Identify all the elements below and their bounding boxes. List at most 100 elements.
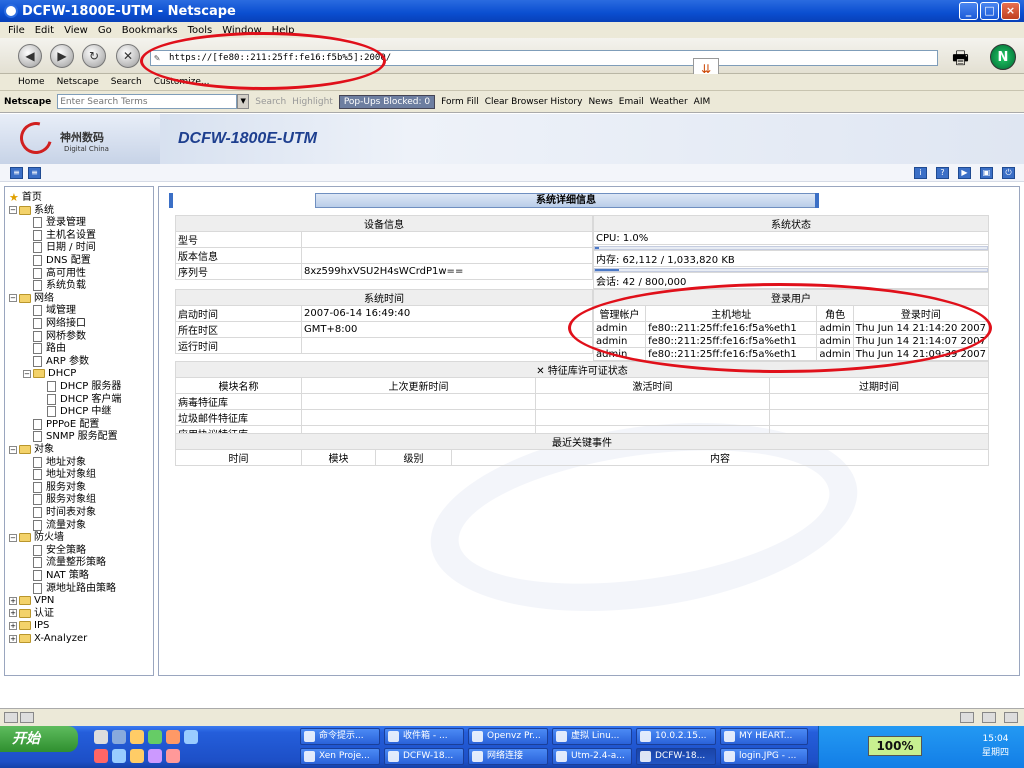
menu-view[interactable]: View (64, 25, 88, 36)
tree-item[interactable]: 路由 (33, 342, 66, 355)
tree-item[interactable]: + IPS (9, 619, 49, 632)
quicklaunch-icon[interactable] (148, 730, 162, 744)
quicklaunch-icon[interactable] (148, 749, 162, 763)
info-icon[interactable]: i (914, 167, 927, 179)
quicklaunch-icon[interactable] (166, 749, 180, 763)
netscape-link[interactable]: Netscape (57, 77, 99, 87)
tree-item[interactable]: DHCP 客户端 (47, 393, 121, 406)
expand-icon[interactable]: + (9, 609, 17, 618)
collapse-icon[interactable]: − (9, 445, 17, 454)
tree-item[interactable]: 时间表对象 (33, 506, 96, 519)
tree-item[interactable]: − 对象 (9, 443, 54, 456)
tree-item[interactable]: + X-Analyzer (9, 632, 87, 645)
tree-item[interactable]: NAT 策略 (33, 569, 89, 582)
menu-bookmarks[interactable]: Bookmarks (122, 25, 178, 36)
search-input[interactable] (57, 94, 238, 109)
tree-item[interactable]: 地址对象组 (33, 468, 96, 481)
forward-icon[interactable]: ▶ (50, 44, 74, 68)
tree-item[interactable]: 地址对象 (33, 456, 86, 469)
task-button[interactable]: Utm-2.4-a... (552, 748, 632, 765)
tree-item[interactable]: − 防火墙 (9, 531, 64, 544)
collapse-icon[interactable]: − (9, 206, 17, 215)
tree-item[interactable]: 主机名设置 (33, 229, 96, 242)
tree-item[interactable]: 安全策略 (33, 544, 86, 557)
next-icon[interactable]: ▶ (958, 167, 971, 179)
start-button[interactable]: 开始 (0, 726, 78, 752)
tree-item[interactable]: ARP 参数 (33, 355, 89, 368)
tree-item[interactable]: DHCP 服务器 (47, 380, 121, 393)
popups-blocked-button[interactable]: Pop-Ups Blocked: 0 (338, 94, 436, 109)
quicklaunch-icon[interactable] (184, 730, 198, 744)
task-button[interactable]: login.JPG - ... (720, 748, 808, 765)
task-button[interactable]: 命令提示... (300, 728, 380, 745)
minimize-button[interactable]: _ (959, 2, 978, 20)
quicklaunch-icon[interactable] (166, 730, 180, 744)
home-link[interactable]: Home (18, 77, 45, 87)
quicklaunch-icon[interactable] (130, 730, 144, 744)
collapse-icon[interactable]: − (9, 533, 17, 542)
weather-link[interactable]: Weather (650, 97, 688, 107)
form-fill-button[interactable]: Form Fill (441, 97, 479, 107)
help-icon[interactable]: ? (936, 167, 949, 179)
tree-item[interactable]: 流量对象 (33, 519, 86, 532)
email-link[interactable]: Email (619, 97, 644, 107)
reload-icon[interactable]: ↻ (82, 44, 106, 68)
quicklaunch-icon[interactable] (94, 730, 108, 744)
expand-tree-icon[interactable]: ≡ (10, 167, 23, 179)
power-icon[interactable]: ⏻ (1002, 167, 1015, 179)
tree-item[interactable]: DNS 配置 (33, 254, 91, 267)
aim-link[interactable]: AIM (694, 97, 711, 107)
maximize-button[interactable]: □ (980, 2, 999, 20)
tree-item[interactable]: 登录管理 (33, 216, 86, 229)
tree-item[interactable]: 高可用性 (33, 267, 86, 280)
menu-tools[interactable]: Tools (188, 25, 213, 36)
zoom-level[interactable]: 100% (868, 736, 922, 756)
tree-item[interactable]: SNMP 服务配置 (33, 430, 118, 443)
task-button[interactable]: 虚拟 Linu... (552, 728, 632, 745)
collapse-icon[interactable]: − (23, 369, 31, 378)
quicklaunch-icon[interactable] (94, 749, 108, 763)
tree-item[interactable]: 流量整形策略 (33, 556, 106, 569)
collapse-icon[interactable]: − (9, 294, 17, 303)
menu-go[interactable]: Go (98, 25, 112, 36)
menu-file[interactable]: File (8, 25, 25, 36)
task-button[interactable]: 收件箱 - ... (384, 728, 464, 745)
tree-item[interactable]: − 系统 (9, 204, 54, 217)
tree-item[interactable]: PPPoE 配置 (33, 418, 99, 431)
news-link[interactable]: News (588, 97, 612, 107)
tree-item[interactable]: ★ 首页 (9, 191, 42, 204)
expand-icon[interactable]: + (9, 596, 17, 605)
tree-item[interactable]: − 网络 (9, 292, 54, 305)
search-link[interactable]: Search (111, 77, 142, 87)
tree-item[interactable]: 系统负载 (33, 279, 86, 292)
tree-item[interactable]: + VPN (9, 594, 54, 607)
task-button[interactable]: Xen Proje... (300, 748, 380, 765)
tree-item[interactable]: 域管理 (33, 304, 76, 317)
stop-icon[interactable]: ✕ (116, 44, 140, 68)
netscape-brand[interactable]: Netscape (4, 97, 51, 107)
expand-icon[interactable]: + (9, 621, 17, 630)
tree-item[interactable]: 日期 / 时间 (33, 241, 96, 254)
menu-edit[interactable]: Edit (35, 25, 54, 36)
task-button[interactable]: MY HEART... (720, 728, 808, 745)
save-icon[interactable]: ▣ (980, 167, 993, 179)
collapse-tree-icon[interactable]: ≡ (28, 167, 41, 179)
quicklaunch-icon[interactable] (112, 749, 126, 763)
highlight-button[interactable]: Highlight (292, 97, 333, 107)
tray-clock[interactable]: 15:04 星期四 (982, 732, 1009, 760)
expand-icon[interactable]: + (9, 634, 17, 643)
task-button[interactable]: Openvz Pr... (468, 728, 548, 745)
task-button-active[interactable]: DCFW-18... (636, 748, 716, 765)
close-button[interactable]: × (1001, 2, 1020, 20)
print-icon[interactable]: 🖶 (952, 46, 969, 76)
tree-item[interactable]: DHCP 中继 (47, 405, 111, 418)
tree-item[interactable]: 网桥参数 (33, 330, 86, 343)
tree-item[interactable]: 网络接口 (33, 317, 86, 330)
task-button[interactable]: 10.0.2.15... (636, 728, 716, 745)
netscape-logo-icon[interactable]: N (990, 44, 1016, 70)
search-dropdown-icon[interactable]: ▼ (237, 94, 250, 109)
tree-item[interactable]: 源地址路由策略 (33, 582, 116, 595)
search-button[interactable]: Search (255, 97, 286, 107)
quicklaunch-icon[interactable] (130, 749, 144, 763)
tree-item[interactable]: + 认证 (9, 607, 54, 620)
